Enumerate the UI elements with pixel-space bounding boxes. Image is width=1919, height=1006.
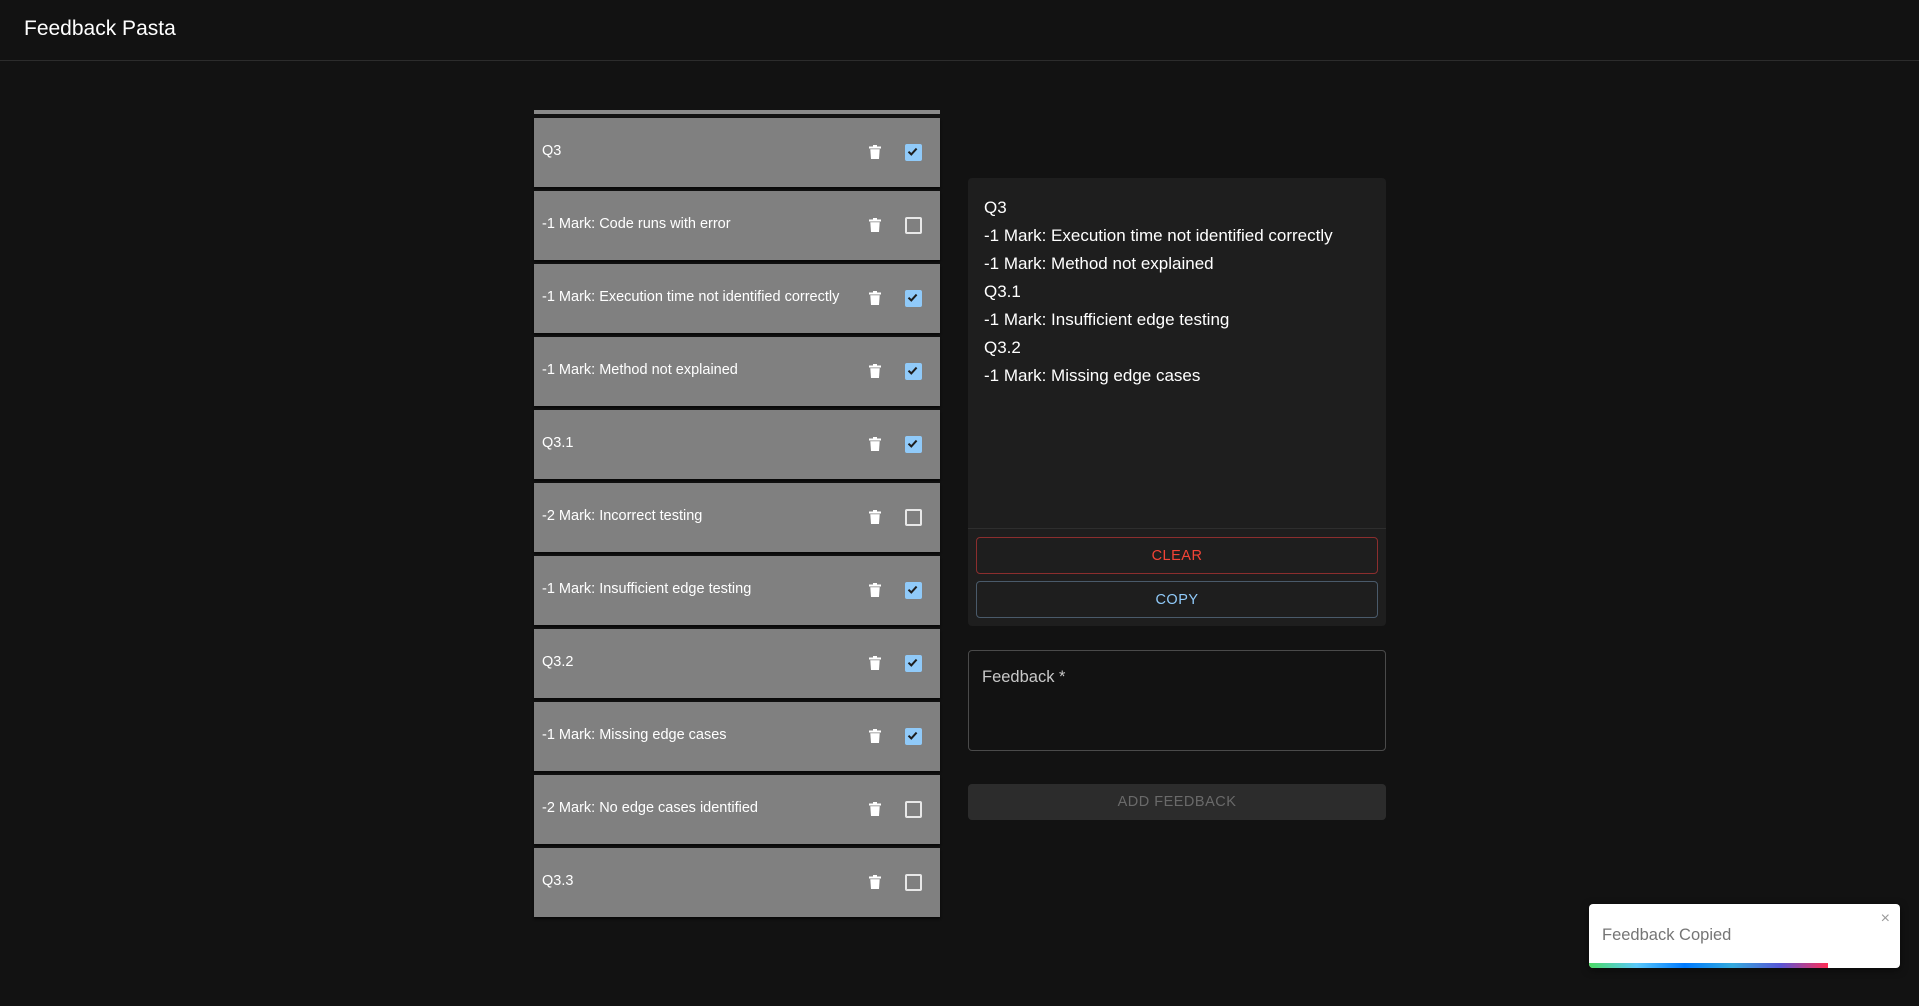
feedback-item-label: -1 Mark: Execution time not identified c… xyxy=(542,289,840,305)
feedback-item-checkbox[interactable] xyxy=(905,144,922,161)
feedback-item[interactable]: Q3.2 xyxy=(534,629,940,698)
feedback-item[interactable]: -2 Mark: Incorrect testing xyxy=(534,483,940,552)
feedback-item-label: Q3.3 xyxy=(542,873,574,889)
output-line: -1 Mark: Missing edge cases xyxy=(984,366,1201,385)
feedback-item-checkbox[interactable] xyxy=(905,217,922,234)
feedback-item[interactable]: -1 Mark: Missing edge cases xyxy=(534,702,940,771)
trash-icon[interactable] xyxy=(869,656,881,670)
toast-message: Feedback Copied xyxy=(1602,926,1732,944)
output-text: Q3 -1 Mark: Execution time not identified… xyxy=(984,194,1370,390)
feedback-item-checkbox[interactable] xyxy=(905,290,922,307)
trash-icon[interactable] xyxy=(869,729,881,743)
output-line: Q3.2 xyxy=(984,338,1021,357)
feedback-item-checkbox[interactable] xyxy=(905,582,922,599)
trash-icon[interactable] xyxy=(869,145,881,159)
feedback-item-label: -2 Mark: No edge cases identified xyxy=(542,800,758,816)
trash-icon[interactable] xyxy=(869,510,881,524)
feedback-item-label: -1 Mark: Code runs with error xyxy=(542,216,731,232)
feedback-field[interactable]: Feedback * xyxy=(968,650,1386,751)
feedback-item-label: Q3.2 xyxy=(542,654,574,670)
feedback-item[interactable]: Q3.1 xyxy=(534,410,940,479)
feedback-item-label: Q3 xyxy=(542,143,562,159)
output-panel: Q3 -1 Mark: Execution time not identified… xyxy=(968,178,1386,626)
feedback-item[interactable]: -1 Mark: Code runs with error xyxy=(534,191,940,260)
feedback-field-label: Feedback * xyxy=(982,668,1066,686)
output-line: -1 Mark: Execution time not identified c… xyxy=(984,226,1333,245)
feedback-item[interactable]: -2 Mark: No edge cases identified xyxy=(534,775,940,844)
trash-icon[interactable] xyxy=(869,291,881,305)
output-line: -1 Mark: Method not explained xyxy=(984,254,1214,273)
feedback-item[interactable]: Q3 xyxy=(534,118,940,187)
app-bar: Feedback Pasta xyxy=(0,0,1919,61)
feedback-item[interactable]: Q3.3 xyxy=(534,848,940,917)
clear-button[interactable]: CLEAR xyxy=(976,537,1378,574)
list-scroll-edge xyxy=(534,110,940,114)
feedback-item-label: -2 Mark: Incorrect testing xyxy=(542,508,703,524)
trash-icon[interactable] xyxy=(869,875,881,889)
feedback-item-checkbox[interactable] xyxy=(905,509,922,526)
close-icon[interactable]: × xyxy=(1881,910,1890,928)
feedback-item-checkbox[interactable] xyxy=(905,363,922,380)
output-line: -1 Mark: Insufficient edge testing xyxy=(984,310,1230,329)
output-line: Q3.1 xyxy=(984,282,1021,301)
copy-button[interactable]: COPY xyxy=(976,581,1378,618)
feedback-item-checkbox[interactable] xyxy=(905,874,922,891)
toast-progress-bar xyxy=(1589,963,1829,968)
app-title: Feedback Pasta xyxy=(24,17,176,40)
feedback-item-checkbox[interactable] xyxy=(905,728,922,745)
feedback-item[interactable]: -1 Mark: Execution time not identified c… xyxy=(534,264,940,333)
trash-icon[interactable] xyxy=(869,583,881,597)
feedback-input[interactable] xyxy=(982,695,1376,743)
feedback-item-label: -1 Mark: Missing edge cases xyxy=(542,727,727,743)
feedback-list: Q3 -1 Mark: Code runs with error -1 Mark: … xyxy=(534,110,940,921)
feedback-item-label: Q3.1 xyxy=(542,435,574,451)
output-divider xyxy=(968,528,1386,529)
output-line: Q3 xyxy=(984,198,1007,217)
feedback-item-checkbox[interactable] xyxy=(905,655,922,672)
feedback-item-label: -1 Mark: Insufficient edge testing xyxy=(542,581,752,597)
trash-icon[interactable] xyxy=(869,364,881,378)
feedback-item-label: -1 Mark: Method not explained xyxy=(542,362,738,378)
trash-icon[interactable] xyxy=(869,802,881,816)
feedback-item[interactable]: -1 Mark: Insufficient edge testing xyxy=(534,556,940,625)
toast-notification: Feedback Copied × xyxy=(1589,904,1900,968)
trash-icon[interactable] xyxy=(869,218,881,232)
feedback-item-checkbox[interactable] xyxy=(905,436,922,453)
feedback-item-checkbox[interactable] xyxy=(905,801,922,818)
add-feedback-button[interactable]: ADD FEEDBACK xyxy=(968,784,1386,820)
trash-icon[interactable] xyxy=(869,437,881,451)
feedback-item[interactable]: -1 Mark: Method not explained xyxy=(534,337,940,406)
